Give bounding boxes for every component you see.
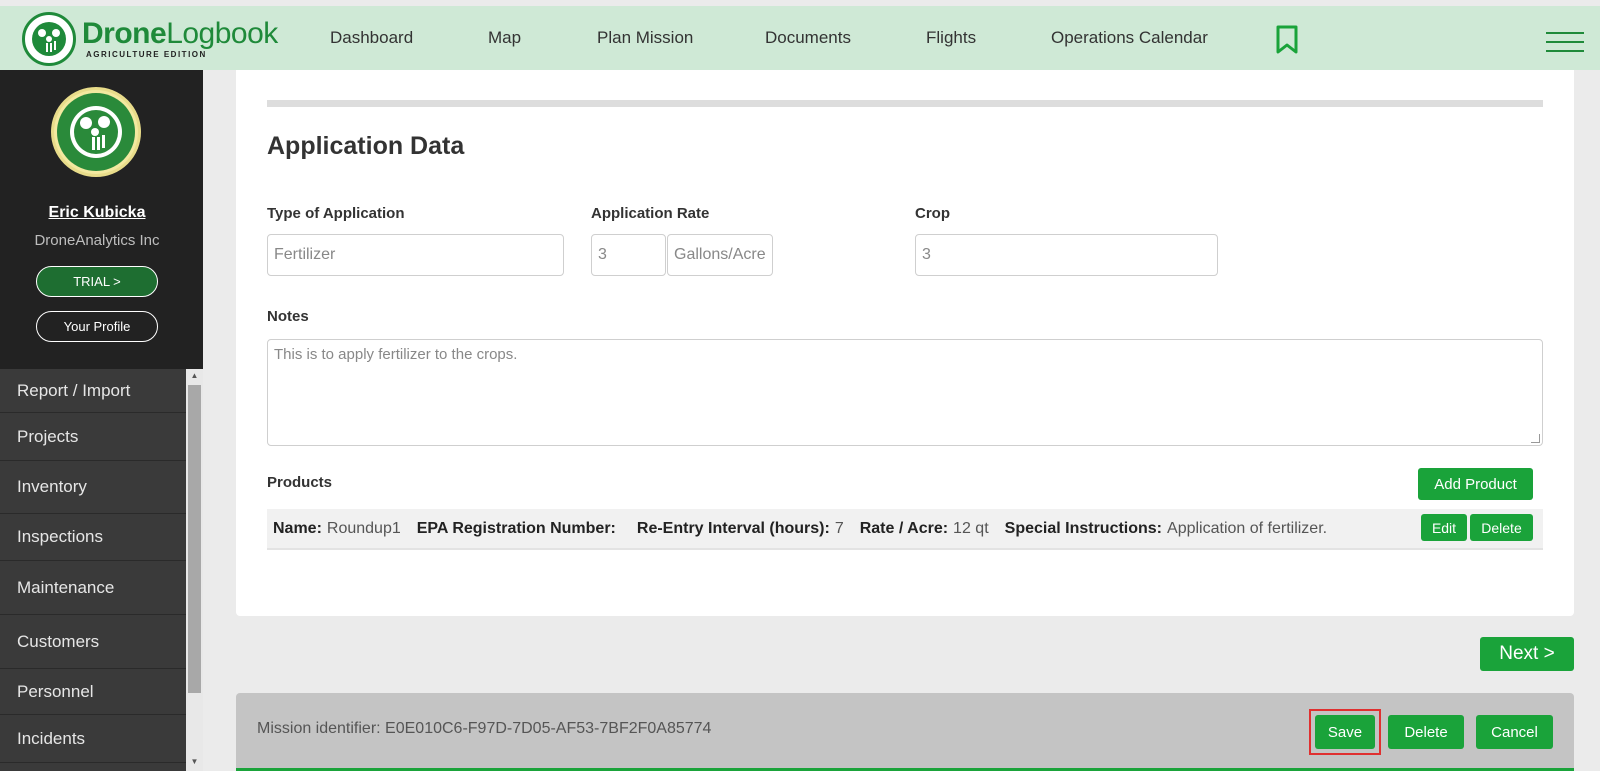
sidebar-item-personnel[interactable]: Personnel xyxy=(0,669,186,715)
notes-label: Notes xyxy=(267,308,309,325)
notes-text: This is to apply fertilizer to the crops… xyxy=(274,346,518,363)
sidebar-item-inventory[interactable]: Inventory xyxy=(0,461,186,514)
cancel-button[interactable]: Cancel xyxy=(1476,715,1553,749)
scroll-down-icon[interactable]: ▼ xyxy=(186,755,203,769)
crop-input[interactable]: 3 xyxy=(915,234,1218,276)
nav-map[interactable]: Map xyxy=(488,28,521,48)
nav-operations-calendar[interactable]: Operations Calendar xyxy=(1051,28,1208,48)
crop-label: Crop xyxy=(915,205,950,222)
product-name-label: Name: xyxy=(273,519,322,537)
scroll-thumb[interactable] xyxy=(188,385,201,693)
product-name: Roundup1 xyxy=(326,519,401,537)
avatar[interactable] xyxy=(51,87,141,177)
sidebar-item-label: Inventory xyxy=(17,477,87,496)
application-card: Application Data Type of Application Fer… xyxy=(236,70,1574,616)
logo-text-light: Logbook xyxy=(166,17,278,50)
nav-flights[interactable]: Flights xyxy=(926,28,976,48)
section-title: Application Data xyxy=(267,132,465,160)
logo-subtitle: AGRICULTURE EDITION xyxy=(86,50,207,59)
resize-handle-icon[interactable] xyxy=(1531,434,1540,443)
sidebar-item-label: Report / Import xyxy=(17,380,131,400)
delete-button[interactable]: Delete xyxy=(1388,715,1464,749)
product-rate-label: Rate / Acre: xyxy=(859,519,949,537)
type-label: Type of Application xyxy=(267,205,405,222)
sidebar-item-incidents[interactable]: Incidents xyxy=(0,715,186,763)
section-divider xyxy=(267,100,1543,107)
product-epa-label: EPA Registration Number: xyxy=(416,519,616,537)
save-button[interactable]: Save xyxy=(1315,715,1375,749)
your-profile-button[interactable]: Your Profile xyxy=(36,311,158,342)
sidebar-item-report-import[interactable]: Report / Import xyxy=(0,369,186,413)
sidebar-item-projects[interactable]: Projects xyxy=(0,413,186,461)
sidebar-scrollbar[interactable]: ▲ ▼ xyxy=(186,369,203,771)
product-instructions-label: Special Instructions: xyxy=(1004,519,1163,537)
product-instructions: Application of fertilizer. xyxy=(1167,519,1328,537)
product-row: Name: Roundup1 EPA Registration Number: R… xyxy=(267,509,1543,550)
sidebar-item-maintenance[interactable]: Maintenance xyxy=(0,561,186,615)
sidebar-item-label: Personnel xyxy=(17,681,94,701)
rate-label: Application Rate xyxy=(591,205,710,222)
application-rate-input[interactable]: 3 xyxy=(591,234,666,276)
type-of-application-input[interactable]: Fertilizer xyxy=(267,234,564,276)
scroll-up-icon[interactable]: ▲ xyxy=(186,369,203,383)
add-product-button[interactable]: Add Product xyxy=(1418,468,1533,500)
sidebar-item-label: Maintenance xyxy=(17,577,115,597)
product-reentry: 7 xyxy=(834,519,844,537)
products-label: Products xyxy=(267,474,333,491)
sidebar-item-label: Projects xyxy=(17,426,79,446)
sidebar-menu: Report / Import Projects Inventory Inspe… xyxy=(0,369,186,771)
notes-textarea[interactable]: This is to apply fertilizer to the crops… xyxy=(267,339,1543,446)
sidebar-item-label: Customers xyxy=(17,631,100,651)
user-name-link[interactable]: Eric Kubicka xyxy=(0,204,194,222)
mission-footer-bar: Mission identifier: E0E010C6-F97D-7D05-A… xyxy=(236,693,1574,771)
drone-logo-icon xyxy=(22,12,76,66)
rate-unit-field[interactable]: Gallons/Acre xyxy=(667,234,773,276)
user-company: DroneAnalytics Inc xyxy=(34,232,160,249)
product-reentry-label: Re-Entry Interval (hours): xyxy=(636,519,830,537)
logo[interactable]: DroneLogbook AGRICULTURE EDITION xyxy=(22,11,282,67)
edit-product-button[interactable]: Edit xyxy=(1421,514,1467,541)
trial-button[interactable]: TRIAL > xyxy=(36,266,158,297)
mission-identifier: Mission identifier: E0E010C6-F97D-7D05-A… xyxy=(257,720,712,737)
sidebar-item-inspections[interactable]: Inspections xyxy=(0,514,186,561)
sidebar-profile: Eric Kubicka DroneAnalytics Inc TRIAL > … xyxy=(0,70,203,369)
hamburger-menu-icon[interactable] xyxy=(1546,32,1584,52)
product-rate: 12 qt xyxy=(953,519,989,537)
sidebar-item-label: Inspections xyxy=(17,527,103,546)
sidebar-item-customers[interactable]: Customers xyxy=(0,615,186,669)
nav-documents[interactable]: Documents xyxy=(765,28,851,48)
next-button[interactable]: Next > xyxy=(1480,637,1574,671)
top-nav: DroneLogbook AGRICULTURE EDITION Dashboa… xyxy=(0,6,1600,70)
sidebar-item-label: Incidents xyxy=(17,728,86,748)
nav-plan-mission[interactable]: Plan Mission xyxy=(597,28,693,48)
bookmark-icon[interactable] xyxy=(1275,25,1299,60)
nav-dashboard[interactable]: Dashboard xyxy=(330,28,413,48)
delete-product-button[interactable]: Delete xyxy=(1470,514,1533,541)
logo-text-bold: Drone xyxy=(82,17,167,50)
